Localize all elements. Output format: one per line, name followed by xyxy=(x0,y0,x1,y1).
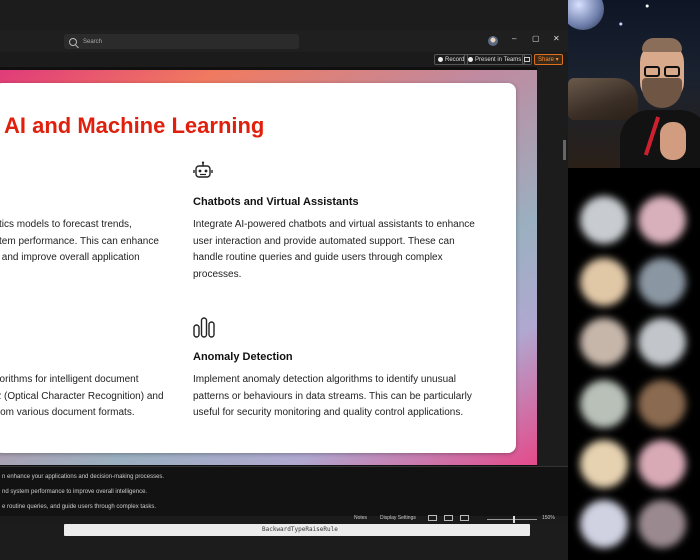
hand xyxy=(660,122,686,160)
text-line: Implement anomaly detection algorithms t… xyxy=(193,374,456,385)
minimize-button[interactable]: – xyxy=(512,34,516,43)
share-button[interactable]: Share ▾ xyxy=(534,54,563,65)
text-line: R (Optical Character Recognition) and xyxy=(0,390,164,402)
participant-tile[interactable] xyxy=(638,318,686,366)
participant-tile[interactable] xyxy=(580,196,628,244)
text-line: processes. xyxy=(193,268,242,280)
beard xyxy=(642,78,682,108)
participant-tile[interactable] xyxy=(638,500,686,548)
zoom-level[interactable]: 150% xyxy=(542,515,555,521)
close-button[interactable]: ✕ xyxy=(553,34,560,43)
search-icon xyxy=(69,37,77,46)
participant-tile[interactable] xyxy=(580,258,628,306)
reading-view-icon[interactable] xyxy=(460,515,469,521)
search-input[interactable]: Search xyxy=(83,39,102,45)
present-in-teams-button[interactable]: Present in Teams xyxy=(464,54,526,65)
text-line: patterns or behaviours in data streams. … xyxy=(193,390,472,402)
chatbots-heading: Chatbots and Virtual Assistants xyxy=(193,196,359,208)
slide-title: AI and Machine Learning xyxy=(4,113,265,138)
notes-line: e routine queries, and guide users throu… xyxy=(2,504,157,510)
webcam-video-feed xyxy=(568,0,700,168)
text-line: user interaction and provide automated s… xyxy=(193,235,455,247)
participant-tile[interactable] xyxy=(638,196,686,244)
anomaly-heading: Anomaly Detection xyxy=(193,351,293,363)
share-label: Share ▾ xyxy=(538,57,559,63)
comments-button[interactable] xyxy=(522,54,532,65)
speaker-notes-pane[interactable]: n enhance your applications and decision… xyxy=(0,466,568,517)
record-icon xyxy=(438,57,443,62)
participant-tile[interactable] xyxy=(580,440,628,488)
bar-chart-icon xyxy=(193,317,215,338)
text-line: Integrate AI-powered chatbots and virtua… xyxy=(193,219,475,230)
presentation-app-window: Search – ▢ ✕ Record Present in Teams Sha… xyxy=(0,0,568,560)
anomaly-body: Implement anomaly detection algorithms t… xyxy=(193,372,472,422)
robot-icon xyxy=(193,161,213,178)
notes-toggle-button[interactable]: Notes xyxy=(354,515,367,521)
slide-sorter-icon[interactable] xyxy=(444,515,453,521)
spaceship-background xyxy=(568,78,638,120)
participant-tile[interactable] xyxy=(580,500,628,548)
text-line: ytics models to forecast trends, xyxy=(0,219,132,230)
text-line: stem performance. This can enhance xyxy=(0,235,159,247)
text-line: from various document formats. xyxy=(0,407,135,418)
record-label: Record xyxy=(445,56,465,63)
slide-canvas[interactable]: AI and Machine Learning ytics models to … xyxy=(0,83,516,453)
participant-tile[interactable] xyxy=(580,318,628,366)
zoom-slider-track[interactable] xyxy=(487,519,537,520)
code-editor-strip[interactable]: BackwardTypeRaiseRule xyxy=(64,524,530,536)
notes-line: nd system performance to improve overall… xyxy=(2,489,148,495)
account-avatar[interactable] xyxy=(488,36,498,46)
participant-tile[interactable] xyxy=(580,380,628,428)
hair xyxy=(642,38,682,52)
notes-line: n enhance your applications and decision… xyxy=(2,474,165,480)
maximize-button[interactable]: ▢ xyxy=(532,34,540,43)
participant-tile[interactable] xyxy=(638,258,686,306)
teams-icon xyxy=(468,57,473,62)
chatbots-body: Integrate AI-powered chatbots and virtua… xyxy=(193,217,475,283)
left-column-top-text: ytics models to forecast trends, stem pe… xyxy=(0,217,159,267)
participant-person xyxy=(620,38,700,168)
text-line: handle routine queries and guide users t… xyxy=(193,252,443,263)
left-column-bottom-text: gorithms for intelligent document R (Opt… xyxy=(0,372,164,422)
participant-tile[interactable] xyxy=(638,440,686,488)
text-line: s and improve overall application xyxy=(0,252,140,263)
text-line: gorithms for intelligent document xyxy=(0,374,139,385)
display-settings-button[interactable]: Display Settings xyxy=(380,515,416,521)
present-label: Present in Teams xyxy=(475,56,522,63)
editor-text: BackwardTypeRaiseRule xyxy=(262,526,338,533)
zoom-slider-handle[interactable] xyxy=(513,516,515,523)
participant-tile[interactable] xyxy=(638,380,686,428)
normal-view-icon[interactable] xyxy=(428,515,437,521)
slide-scrollbar[interactable] xyxy=(563,140,566,160)
glasses xyxy=(642,66,684,78)
text-line: useful for security monitoring and quali… xyxy=(193,407,464,418)
status-bar xyxy=(0,516,568,524)
search-box[interactable]: Search xyxy=(64,34,299,49)
comment-icon xyxy=(524,57,530,62)
